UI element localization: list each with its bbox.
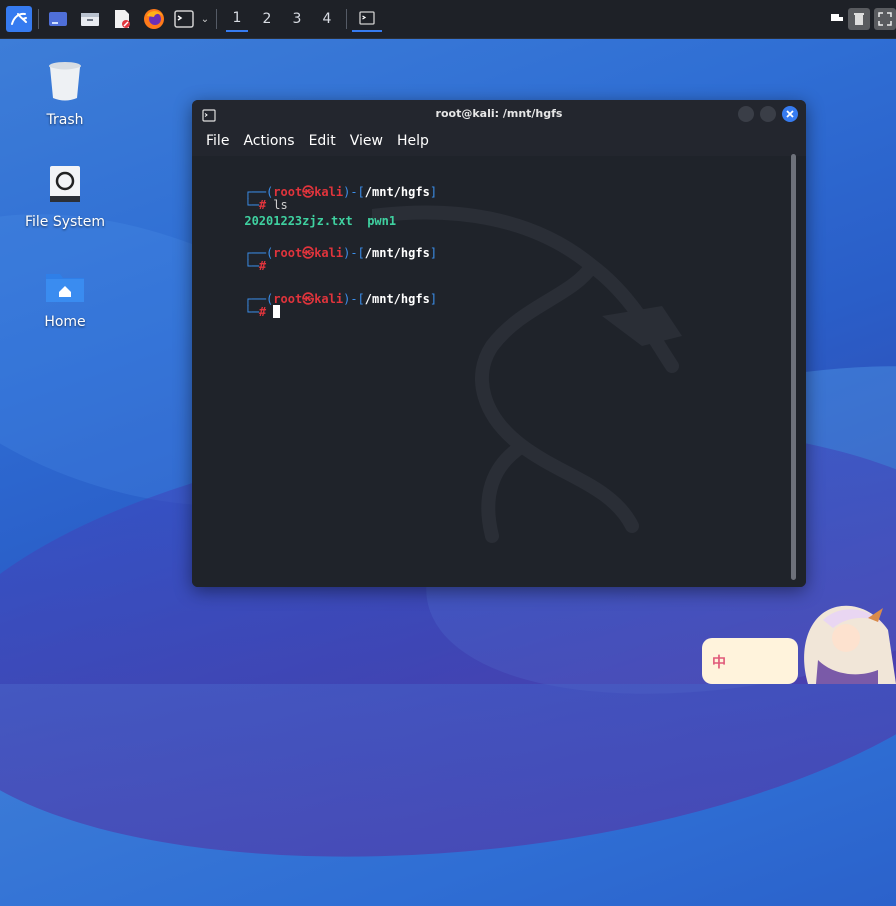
menu-edit[interactable]: Edit [309,133,336,149]
firefox-button[interactable] [142,6,166,32]
window-title: root@kali: /mnt/hgfs [435,107,563,120]
file-manager-button[interactable] [78,6,102,32]
workspace-1-button[interactable]: 1 [226,6,248,32]
drive-icon [20,164,110,208]
prompt-path: /mnt/hgfs [364,292,430,306]
desktop-icon-file-system[interactable]: File System [20,164,110,230]
menu-actions[interactable]: Actions [243,133,294,149]
prompt-at-symbol: ㉿ [302,246,315,260]
desktop-icon-label: File System [24,214,106,230]
taskbar-terminal-window[interactable] [352,6,382,32]
prompt-host: kali [314,292,344,306]
terminal-window[interactable]: root@kali: /mnt/hgfs File Actions Edit V… [192,100,806,587]
chevron-down-icon: ⌄ [200,13,210,25]
text-editor-button[interactable] [110,6,134,32]
minimize-button[interactable] [738,106,754,122]
close-icon [786,110,794,118]
terminal-output-area[interactable]: ┌──(root㉿kali)-[/mnt/hgfs] └─# ls 202012… [192,154,806,587]
prompt-user: root [273,246,303,260]
firefox-icon [144,9,164,29]
anime-character-image [702,605,896,684]
taskbar-separator [38,9,39,29]
ls-output-file: pwn1 [367,214,397,228]
kali-dragon-icon [11,12,27,25]
maximize-button[interactable] [760,106,776,122]
desktop-icon-label: Trash [46,112,84,128]
prompt-host: kali [314,246,344,260]
prompt-char: # [258,305,267,319]
prompt-path: /mnt/hgfs [364,246,430,260]
window-titlebar[interactable]: root@kali: /mnt/hgfs [192,100,806,128]
prompt-path: /mnt/hgfs [364,185,430,199]
taskbar-separator [216,9,217,29]
kali-menu-button[interactable] [6,6,32,32]
prompt-at-symbol: ㉿ [302,185,315,199]
trash-tray-icon[interactable] [848,8,870,30]
terminal-icon [359,11,375,25]
network-icon[interactable] [830,8,844,28]
workspace-4-button[interactable]: 4 [316,6,338,32]
launcher-dropdown-button[interactable]: ⌄ [198,6,212,32]
fullscreen-icon[interactable] [874,8,896,30]
prompt-at-symbol: ㉿ [302,292,315,306]
prompt-host: kali [314,185,344,199]
close-button[interactable] [782,106,798,122]
menu-bar: File Actions Edit View Help [192,128,806,154]
taskbar-separator [346,9,347,29]
desktop-icon-home[interactable]: Home [20,270,110,330]
desktop-icon [49,12,67,26]
document-edit-icon [115,10,130,28]
text-cursor [273,305,281,318]
show-desktop-button[interactable] [46,6,70,32]
ls-output-file: 20201223zjz.txt [244,214,353,228]
desktop-icon-label: Home [44,314,86,330]
system-tray [830,8,896,30]
widget-text: 中 [712,655,726,671]
menu-file[interactable]: File [206,133,229,149]
prompt-char: # [258,259,267,273]
folder-icon [81,13,99,26]
trash-icon [20,60,110,106]
desktop-icon-trash[interactable]: Trash [20,60,110,128]
workspace-3-button[interactable]: 3 [286,6,308,32]
menu-help[interactable]: Help [397,133,429,149]
menu-view[interactable]: View [350,133,383,149]
anime-widget[interactable]: 中 [698,600,896,684]
terminal-launcher-button[interactable] [172,6,196,32]
home-folder-icon [20,270,110,308]
terminal-icon [174,10,194,28]
taskbar: ⌄ 1 2 3 4 [0,0,896,39]
workspace-2-button[interactable]: 2 [256,6,278,32]
terminal-scrollbar[interactable] [791,154,796,580]
